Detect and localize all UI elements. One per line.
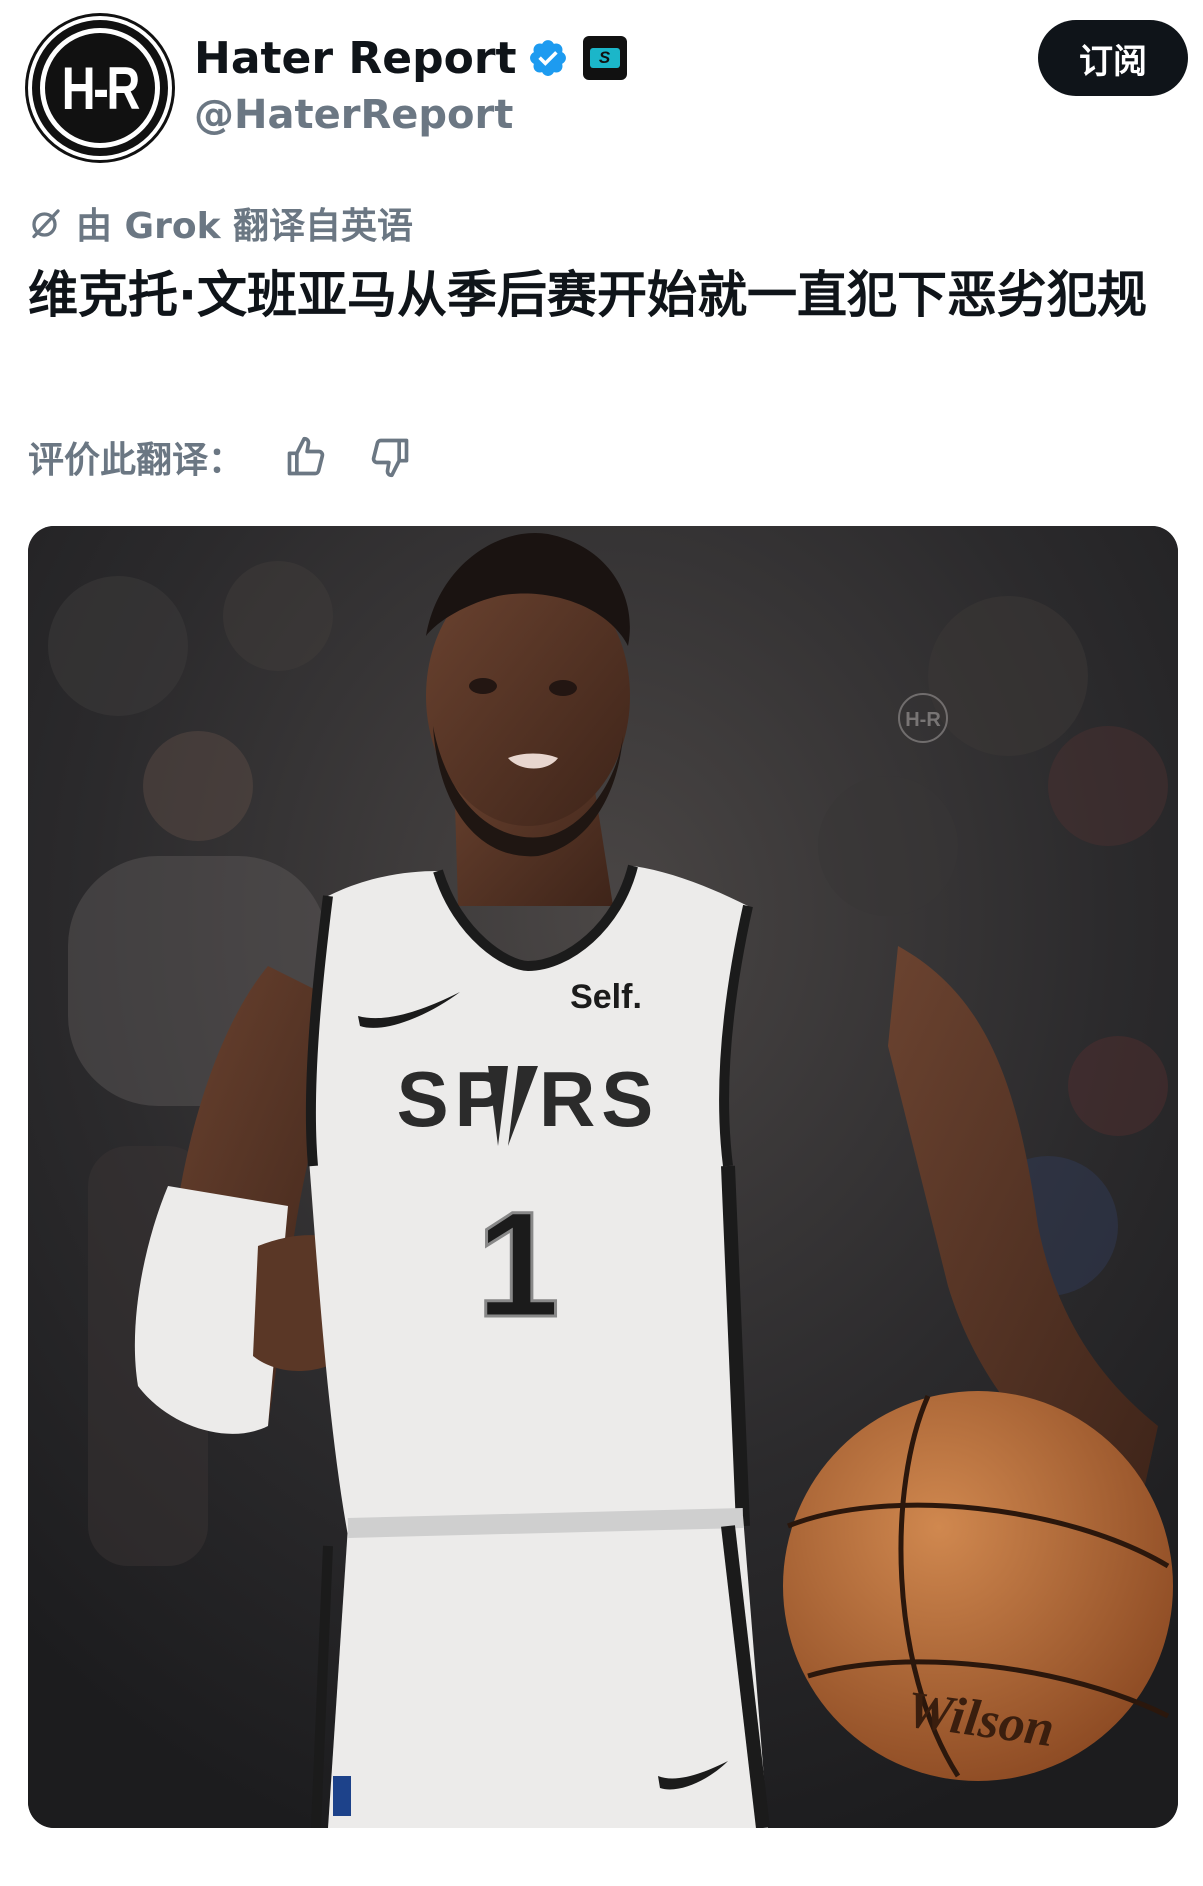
name-row: Hater Report S [194, 30, 627, 86]
verified-badge-icon [529, 40, 566, 76]
translation-note: 由 Grok 翻译自英语 [28, 197, 413, 249]
translation-note-text[interactable]: 由 Grok 翻译自英语 [76, 197, 413, 249]
grok-icon [32, 209, 60, 239]
avatar-ring: H-R [40, 28, 160, 148]
tweet-header: H-R Hater Report S @HaterReport 订阅 [28, 16, 1188, 160]
display-name[interactable]: Hater Report [194, 33, 517, 84]
thumbs-down-button[interactable] [366, 433, 414, 481]
jersey-sponsor: Self. [570, 978, 642, 1016]
avatar-logo-text: H-R [61, 54, 140, 122]
user-handle[interactable]: @HaterReport [194, 92, 513, 138]
affiliate-badge-text: S [589, 48, 620, 68]
tweet-text: 维克托·文班亚马从季后赛开始就一直犯下恶劣犯规 [28, 266, 1147, 324]
jersey-number: 1 [476, 1180, 559, 1348]
rate-translation: 评价此翻译： [28, 430, 450, 484]
avatar[interactable]: H-R [28, 16, 172, 160]
tweet-media-photo[interactable]: H-R Self. SP RS 1 Wilson [28, 526, 1178, 1828]
thumbs-up-button[interactable] [282, 433, 330, 481]
photo-watermark: H-R [905, 709, 941, 731]
rate-translation-label: 评价此翻译： [28, 440, 245, 481]
thumbs-up-icon [287, 436, 325, 476]
thumbs-down-icon [371, 438, 409, 478]
bottom-fade [0, 1850, 1203, 1886]
player-photo: H-R Self. SP RS 1 Wilson [28, 526, 1178, 1828]
subscribe-button[interactable]: 订阅 [1038, 20, 1188, 96]
affiliate-badge[interactable]: S [582, 36, 627, 80]
tweet-post: H-R Hater Report S @HaterReport 订阅 由 Gro… [0, 0, 1203, 1886]
